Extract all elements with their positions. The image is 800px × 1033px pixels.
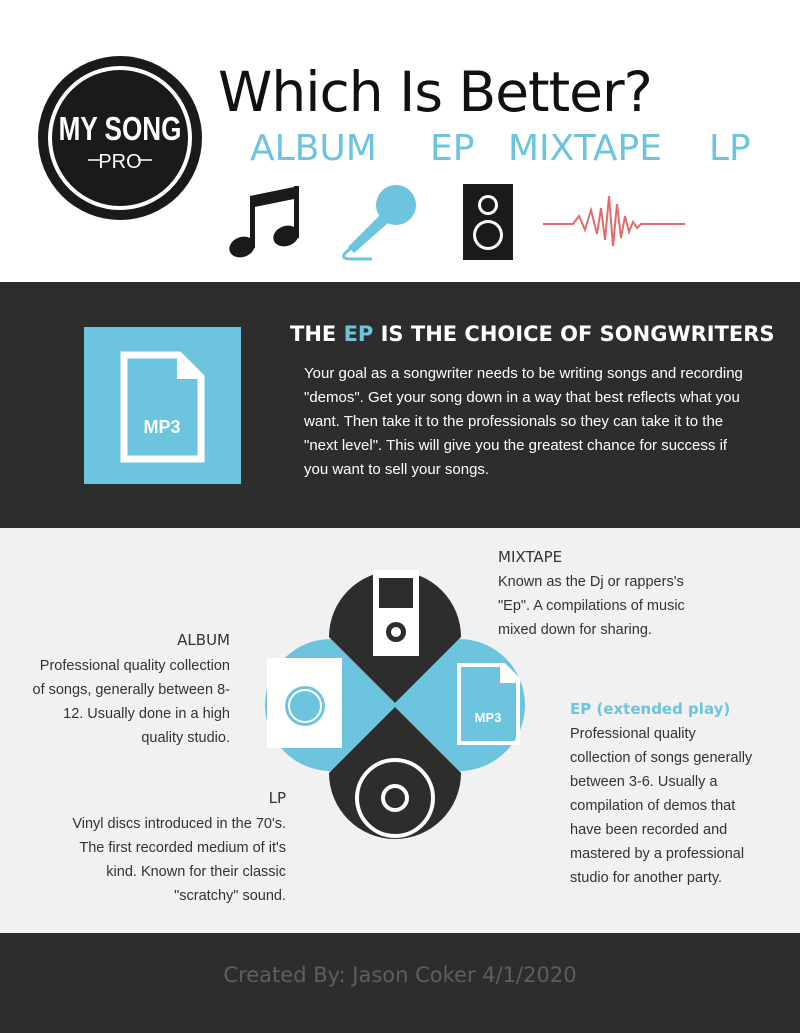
feature-title-pre: THE [290,322,344,346]
page-title: Which Is Better? [218,60,653,124]
album-text: Professional quality collection of songs… [32,658,231,746]
sound-wave-icon [543,195,685,247]
logo-text-bottom: PRO [98,151,141,173]
mp3-file-tile: MP3 [84,327,241,484]
ep-text: Professional quality collection of songs… [570,726,753,886]
my-song-pro-logo: MY SONG PRO [38,56,202,220]
feature-title: THE EP IS THE CHOICE OF SONGWRITERS [290,322,775,346]
ep-file-label: MP3 [475,710,502,725]
format-ep: EP [430,128,475,169]
lp-title: LP [268,789,286,807]
feature-title-post: IS THE CHOICE OF SONGWRITERS [373,322,775,346]
mixtape-text: Known as the Dj or rappers's "Ep". A com… [498,574,685,638]
credit-text: Created By: Jason Coker 4/1/2020 [223,963,577,987]
lp-text: Vinyl discs introduced in the 70's. The … [72,816,286,904]
microphone-icon [342,185,416,261]
ep-title: EP (extended play) [570,700,731,718]
mp3-file-label: MP3 [143,417,180,437]
format-album: ALBUM [250,128,377,169]
mp3-file-icon: MP3 [120,351,205,463]
feature-title-accent: EP [343,322,374,346]
speaker-icon [463,184,513,260]
format-mixtape: MIXTAPE [508,128,662,169]
format-lp: LP [709,128,751,169]
mixtape-title: MIXTAPE [498,548,563,566]
footer: Created By: Jason Coker 4/1/2020 [0,933,800,1033]
header: MY SONG PRO Which Is Better? ALBUM EP MI… [0,0,800,282]
ep-feature-section: MP3 THE EP IS THE CHOICE OF SONGWRITERS … [0,282,800,528]
album-title: ALBUM [177,631,230,649]
format-comparison-section: MP3 MIXTAPE Known as the Dj or rappers's… [0,528,800,933]
music-note-icon [229,186,299,258]
logo-text-top: MY SONG [59,111,182,148]
feature-body: Your goal as a songwriter needs to be wr… [304,365,743,478]
